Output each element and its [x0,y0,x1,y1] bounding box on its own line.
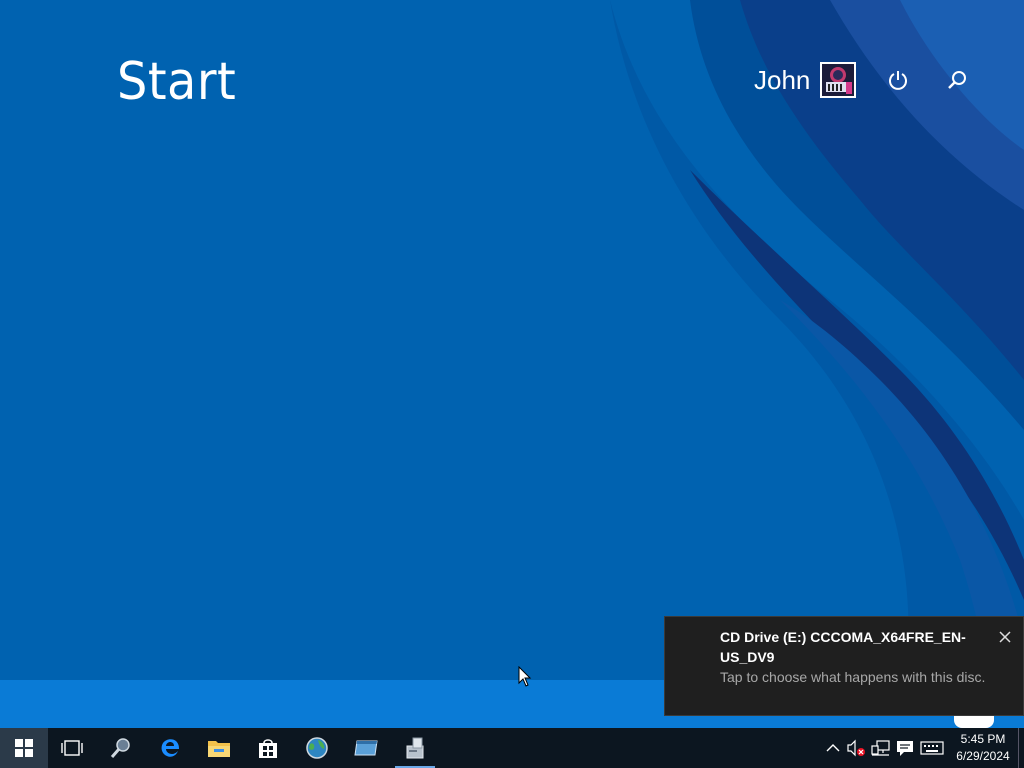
user-account-button[interactable]: John [754,60,857,100]
volume-button[interactable] [845,738,867,758]
close-icon [999,631,1011,643]
window-icon [354,740,378,756]
task-view-button[interactable] [48,728,96,768]
action-center-button[interactable] [894,738,916,758]
search-button[interactable] [941,64,973,96]
cortana-search-button[interactable] [97,728,145,768]
clock-button[interactable]: 5:45 PM 6/29/2024 [950,731,1016,765]
power-icon [889,71,907,90]
chevron-up-icon [826,744,840,752]
search-icon [948,71,966,89]
keyboard-icon [920,741,944,755]
windows-logo-icon [15,739,33,757]
clock-date: 6/29/2024 [956,749,1010,763]
message-icon [897,741,913,756]
folder-icon [208,741,230,757]
mouse-cursor-icon [518,666,532,687]
magnifier-icon [110,738,130,758]
power-button[interactable] [882,64,914,96]
start-button[interactable] [0,728,48,768]
edge-button[interactable] [146,728,194,768]
clock-time: 5:45 PM [960,732,1006,746]
app-installer-button[interactable] [391,728,439,768]
touch-keyboard-button[interactable] [919,738,945,758]
globe-icon [306,737,328,759]
store-button[interactable] [244,728,292,768]
network-icon [871,740,890,756]
store-bag-icon [259,739,277,758]
notification-toast[interactable]: CD Drive (E:) CCCOMA_X64FRE_EN-US_DV9 Ta… [664,616,1024,716]
show-hidden-icons-button[interactable] [822,738,844,758]
edge-icon [161,739,179,757]
show-desktop-button[interactable] [1018,728,1024,768]
notification-title: CD Drive (E:) CCCOMA_X64FRE_EN-US_DV9 [720,629,966,665]
network-button[interactable] [870,738,892,758]
app-globe-button[interactable] [293,728,341,768]
task-view-icon [61,740,83,756]
volume-muted-icon [847,739,865,757]
app-window-button[interactable] [342,728,390,768]
user-avatar-icon [820,62,857,98]
tile-peek [954,716,994,728]
file-explorer-button[interactable] [195,728,243,768]
installer-icon [406,737,424,759]
taskbar: 5:45 PM 6/29/2024 [0,728,1024,768]
notification-close-button[interactable] [995,627,1015,647]
user-name: John [754,64,811,95]
start-screen: Start John CD Drive (E:) CCCOMA_X64FRE_E… [0,0,1024,768]
start-title: Start [117,52,237,112]
notification-body: Tap to choose what happens with this dis… [720,669,986,685]
